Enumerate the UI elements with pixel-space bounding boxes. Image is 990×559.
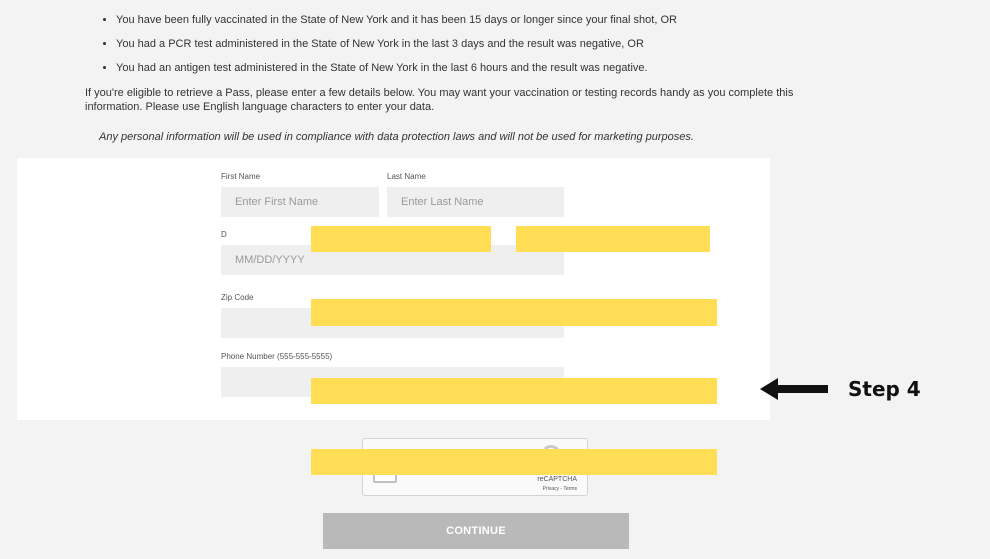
redaction-dob-right	[516, 226, 710, 252]
redaction-phone	[311, 378, 717, 404]
continue-button[interactable]: CONTINUE	[323, 513, 629, 549]
zip-code-label: Zip Code	[221, 293, 254, 302]
eligibility-list: You have been fully vaccinated in the St…	[100, 8, 677, 80]
eligibility-item-antigen: You had an antigen test administered in …	[116, 56, 677, 80]
last-name-input[interactable]	[387, 187, 564, 217]
redaction-dob-left	[311, 226, 491, 252]
recaptcha-privacy-terms[interactable]: Privacy - Terms	[543, 486, 577, 492]
arrow-left-icon	[760, 378, 828, 400]
intro-text: If you're eligible to retrieve a Pass, p…	[85, 87, 794, 113]
first-name-input[interactable]	[221, 187, 379, 217]
redaction-captcha	[311, 449, 717, 475]
privacy-disclaimer: Any personal information will be used in…	[99, 131, 694, 143]
eligibility-item-pcr: You had a PCR test administered in the S…	[116, 32, 677, 56]
step-label: Step 4	[848, 377, 921, 401]
first-name-label: First Name	[221, 172, 261, 181]
last-name-label: Last Name	[387, 172, 426, 181]
recaptcha-brand: reCAPTCHA	[537, 476, 577, 483]
eligibility-item-vaccinated: You have been fully vaccinated in the St…	[116, 8, 677, 32]
phone-label: Phone Number (555-555-5555)	[221, 352, 333, 361]
step-annotation: Step 4	[760, 371, 921, 407]
dob-label: D	[221, 230, 227, 239]
redaction-zip	[311, 299, 717, 326]
